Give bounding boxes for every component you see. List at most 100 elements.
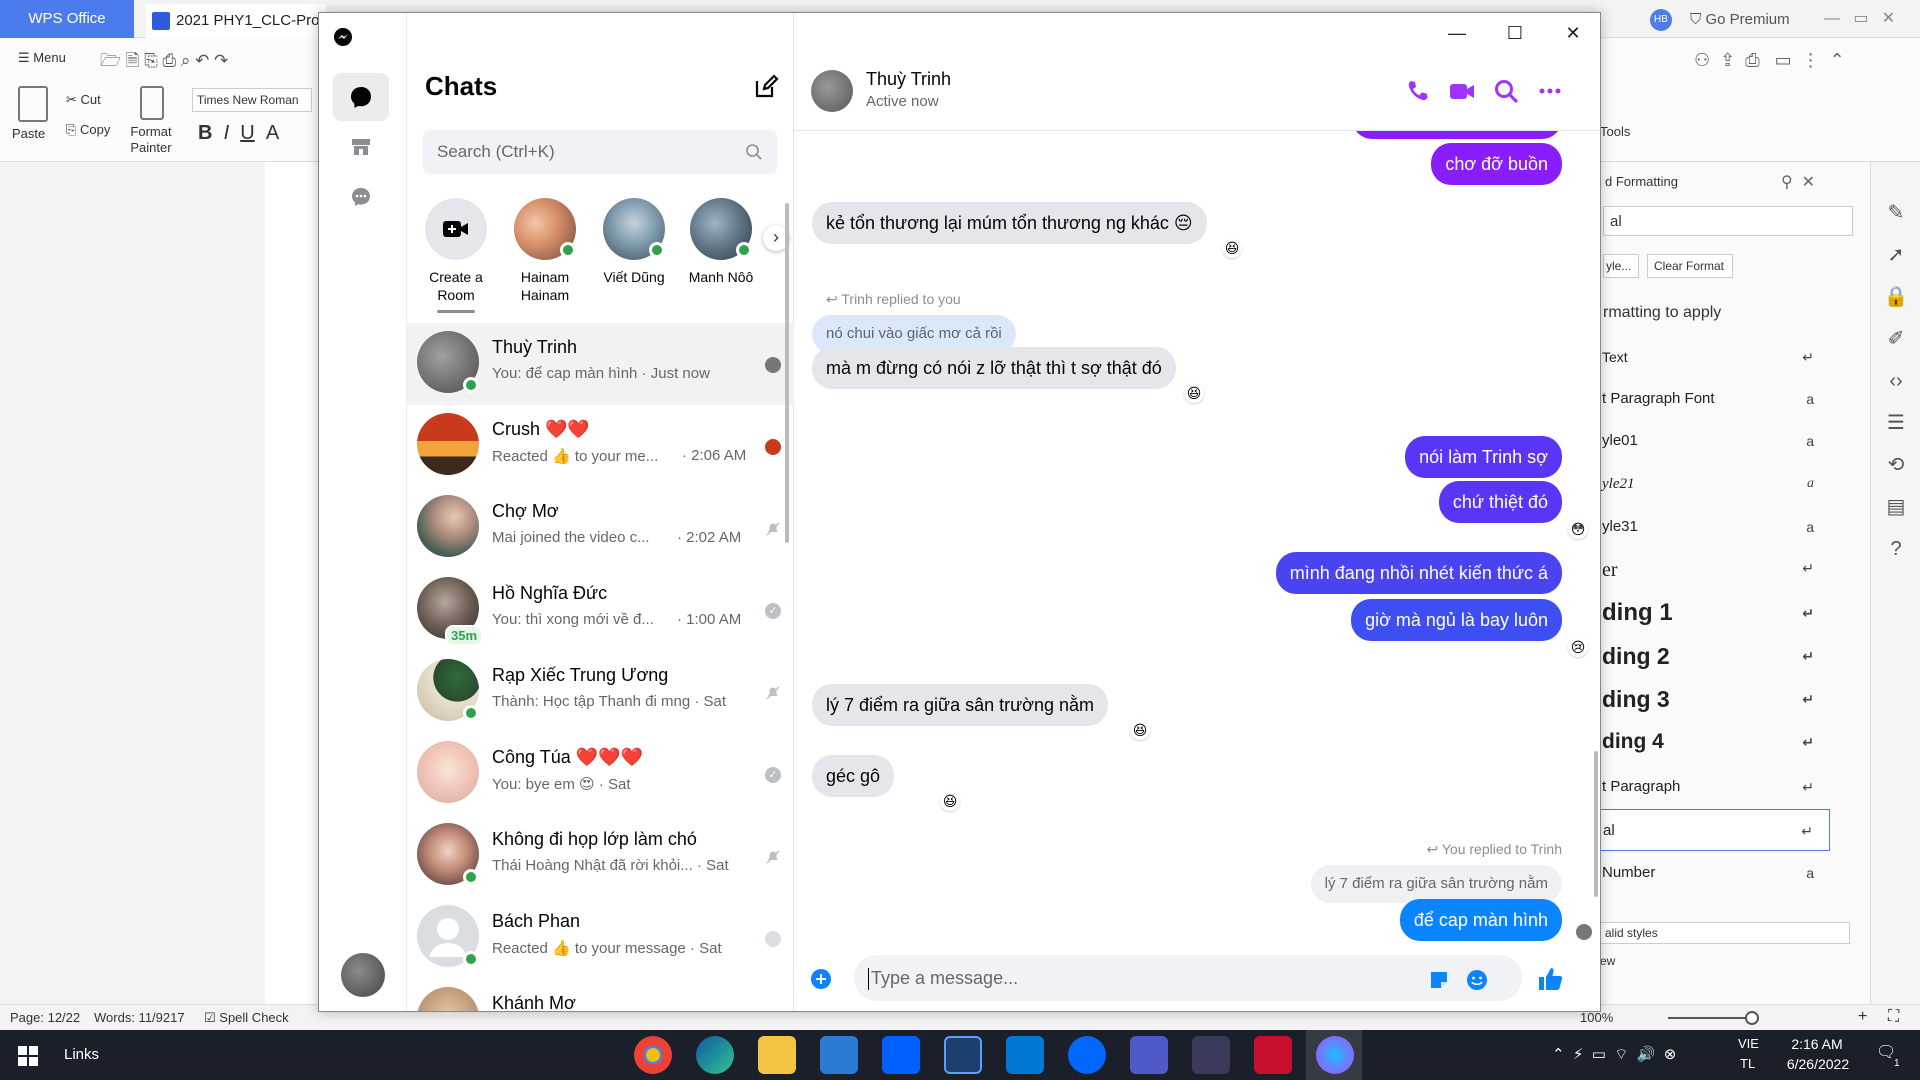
thumbs-up-icon[interactable] bbox=[1536, 965, 1564, 993]
tools-button[interactable]: Tools bbox=[1600, 124, 1630, 139]
links-toolbar[interactable]: Links bbox=[64, 1046, 99, 1063]
sidebar-tool-icons[interactable]: ✎ ➚ 🔒 ✐ ‹› ☰ ⟲ ▤? bbox=[1881, 192, 1911, 570]
file-explorer-icon[interactable] bbox=[758, 1036, 796, 1074]
message-bubble-sent[interactable]: nói làm Trinh sợ bbox=[1405, 436, 1562, 478]
story-create-room[interactable]: Create a Room bbox=[418, 198, 494, 313]
more-options-icon[interactable] bbox=[1536, 77, 1564, 105]
devc-icon[interactable] bbox=[1192, 1036, 1230, 1074]
windows-start-icon[interactable] bbox=[18, 1046, 38, 1066]
cut-button[interactable]: ✂ Cut bbox=[66, 92, 101, 108]
conversation-item[interactable]: 35m Hồ Nghĩa Đức You: thì xong mới về đ.… bbox=[407, 569, 794, 651]
style-item[interactable]: Text ↵ bbox=[1600, 336, 1830, 378]
style-item[interactable]: er ↵ bbox=[1600, 549, 1830, 591]
teams-icon[interactable] bbox=[1130, 1036, 1168, 1074]
rail-chats-button[interactable] bbox=[333, 73, 389, 121]
contact-avatar[interactable] bbox=[811, 70, 853, 112]
conversation-item[interactable]: Crush ❤️❤️ Reacted 👍 to your me... · 2:0… bbox=[407, 405, 794, 487]
contact-name[interactable]: Thuỳ Trinh bbox=[866, 69, 951, 90]
style-item[interactable]: ding 4 ↵ bbox=[1600, 721, 1830, 763]
rail-requests-button[interactable] bbox=[333, 173, 389, 221]
wps-app-icon[interactable] bbox=[1254, 1036, 1292, 1074]
zoom-level[interactable]: 100% bbox=[1580, 1010, 1613, 1025]
ribbon-right-icons[interactable]: ⚇ ⇪ ⎙ ▭ ⋮ ⌃ bbox=[1694, 50, 1845, 71]
zoom-slider-handle[interactable] bbox=[1745, 1011, 1759, 1025]
message-bubble-received[interactable]: mà m đừng có nói z lỡ thật thì t sợ thật… bbox=[812, 347, 1176, 389]
style-item[interactable]: ding 3 ↵ bbox=[1600, 678, 1830, 720]
thread-scrollbar[interactable] bbox=[1594, 751, 1598, 897]
store-icon[interactable] bbox=[944, 1036, 982, 1074]
paste-icon[interactable] bbox=[18, 86, 48, 122]
message-bubble-received[interactable]: géc gô bbox=[812, 755, 895, 797]
style-item[interactable]: ding 2 ↵ bbox=[1600, 635, 1830, 677]
sticker-icon[interactable] bbox=[1428, 969, 1450, 991]
style-item[interactable]: ding 1 ↵ bbox=[1600, 592, 1830, 634]
zalo-icon[interactable] bbox=[1068, 1036, 1106, 1074]
preview-toggle[interactable]: ew bbox=[1600, 954, 1615, 968]
tray-icons[interactable]: ⌃ ⚡ ▭ ⌔ 🔊 ⊗ bbox=[1552, 1045, 1676, 1064]
message-input[interactable]: Type a message... bbox=[854, 955, 1522, 1001]
conversation-item[interactable]: Bách Phan Reacted 👍 to your message · Sa… bbox=[407, 897, 794, 979]
story-item[interactable]: Hainam Hainam bbox=[507, 198, 583, 304]
my-profile-avatar[interactable] bbox=[341, 953, 385, 997]
search-in-conversation-icon[interactable] bbox=[1492, 77, 1520, 105]
input-method[interactable]: TL bbox=[1740, 1056, 1755, 1071]
wps-document-tab[interactable]: 2021 PHY1_CLC-Probl bbox=[146, 4, 326, 38]
style-item[interactable]: yle21 a bbox=[1600, 463, 1830, 505]
menu-button[interactable]: ☰ Menu bbox=[18, 50, 66, 66]
style-item[interactable]: Number a bbox=[1600, 852, 1830, 894]
maximize-button[interactable]: ☐ bbox=[1486, 13, 1544, 53]
emoji-icon[interactable] bbox=[1466, 969, 1488, 991]
zoom-in-icon[interactable]: + bbox=[1858, 1008, 1867, 1026]
message-bubble-received[interactable]: kẻ tổn thương lại múm tổn thương ng khác… bbox=[812, 202, 1207, 244]
pin-close-icons[interactable]: ⚲ ✕ bbox=[1781, 172, 1815, 192]
paste-button[interactable]: Paste bbox=[12, 126, 45, 141]
fullscreen-icon[interactable]: ⛶ bbox=[1888, 1008, 1899, 1026]
conversation-item[interactable]: Thuỳ Trinh You: để cap màn hình · Just n… bbox=[407, 323, 794, 405]
close-button[interactable]: ✕ bbox=[1544, 13, 1600, 53]
format-painter-icon[interactable] bbox=[140, 86, 164, 120]
style-item[interactable]: yle31 a bbox=[1600, 506, 1830, 548]
go-premium-button[interactable]: ⛉ Go Premium bbox=[1690, 11, 1790, 28]
edge-icon[interactable] bbox=[696, 1036, 734, 1074]
rail-marketplace-button[interactable] bbox=[333, 123, 389, 171]
voice-call-icon[interactable] bbox=[1404, 77, 1432, 105]
show-styles-dropdown[interactable]: alid styles bbox=[1600, 922, 1850, 944]
format-painter-button[interactable]: Format Painter bbox=[128, 124, 174, 156]
message-bubble-sent[interactable]: giờ mà ngủ là bay luôn bbox=[1351, 599, 1562, 641]
new-message-icon[interactable] bbox=[752, 73, 780, 101]
font-name-field[interactable]: Times New Roman bbox=[192, 88, 312, 112]
message-bubble-received[interactable]: lý 7 điểm ra giữa sân trường nằm bbox=[812, 684, 1109, 726]
chrome-icon[interactable] bbox=[634, 1036, 672, 1074]
text-format-buttons[interactable]: B I U A bbox=[198, 122, 279, 145]
conversation-item[interactable]: Công Túa ❤️❤️❤️ You: bye em 😍 · Sat ✓ bbox=[407, 733, 794, 815]
minimize-button[interactable]: — bbox=[1428, 13, 1486, 53]
clear-format-button[interactable]: Clear Format bbox=[1647, 254, 1733, 278]
conversation-item[interactable]: Không đi họp lớp làm chó Thái Hoàng Nhật… bbox=[407, 815, 794, 897]
copy-button[interactable]: ⎘ Copy bbox=[66, 122, 110, 138]
search-input[interactable]: Search (Ctrl+K) bbox=[423, 130, 777, 174]
user-avatar[interactable]: HB bbox=[1650, 9, 1672, 31]
clock-time[interactable]: 2:16 AM bbox=[1782, 1036, 1852, 1052]
message-bubble-sent[interactable]: để cap màn hình bbox=[1399, 899, 1562, 941]
style-name-field[interactable]: al bbox=[1603, 206, 1853, 236]
message-bubble-clipped[interactable] bbox=[1352, 131, 1562, 139]
input-lang[interactable]: VIE bbox=[1738, 1036, 1759, 1051]
style-item[interactable]: t Paragraph ↵ bbox=[1600, 766, 1830, 808]
message-bubble-sent[interactable]: mình đang nhồi nhét kiến thức á bbox=[1275, 552, 1562, 594]
message-bubble-sent[interactable]: chơ đỡ buồn bbox=[1431, 143, 1562, 185]
chat-list-scrollbar[interactable] bbox=[785, 203, 789, 543]
dropbox-icon[interactable] bbox=[882, 1036, 920, 1074]
vscode-icon[interactable] bbox=[1006, 1036, 1044, 1074]
status-words[interactable]: Words: 11/9217 bbox=[94, 1010, 185, 1025]
spell-check-button[interactable]: ☑ Spell Check bbox=[204, 1010, 289, 1026]
conversation-item[interactable]: Rạp Xiếc Trung Ương Thành: Học tập Thanh… bbox=[407, 651, 794, 733]
story-item[interactable]: Viết Dũng bbox=[596, 198, 672, 286]
story-item[interactable]: Manh Nôô bbox=[685, 198, 757, 286]
style-item[interactable]: yle01 a bbox=[1600, 420, 1830, 462]
quoted-message[interactable]: lý 7 điểm ra giữa sân trường nằm bbox=[1310, 865, 1562, 903]
style-item-selected[interactable]: al ↵ bbox=[1600, 809, 1830, 851]
wps-window-controls[interactable]: — ▭ ✕ bbox=[1824, 8, 1895, 28]
conversation-item[interactable]: Khánh Mơ bbox=[407, 979, 794, 1011]
message-bubble-sent[interactable]: chứ thiệt đó bbox=[1438, 481, 1562, 523]
clock-date[interactable]: 6/26/2022 bbox=[1776, 1056, 1860, 1072]
